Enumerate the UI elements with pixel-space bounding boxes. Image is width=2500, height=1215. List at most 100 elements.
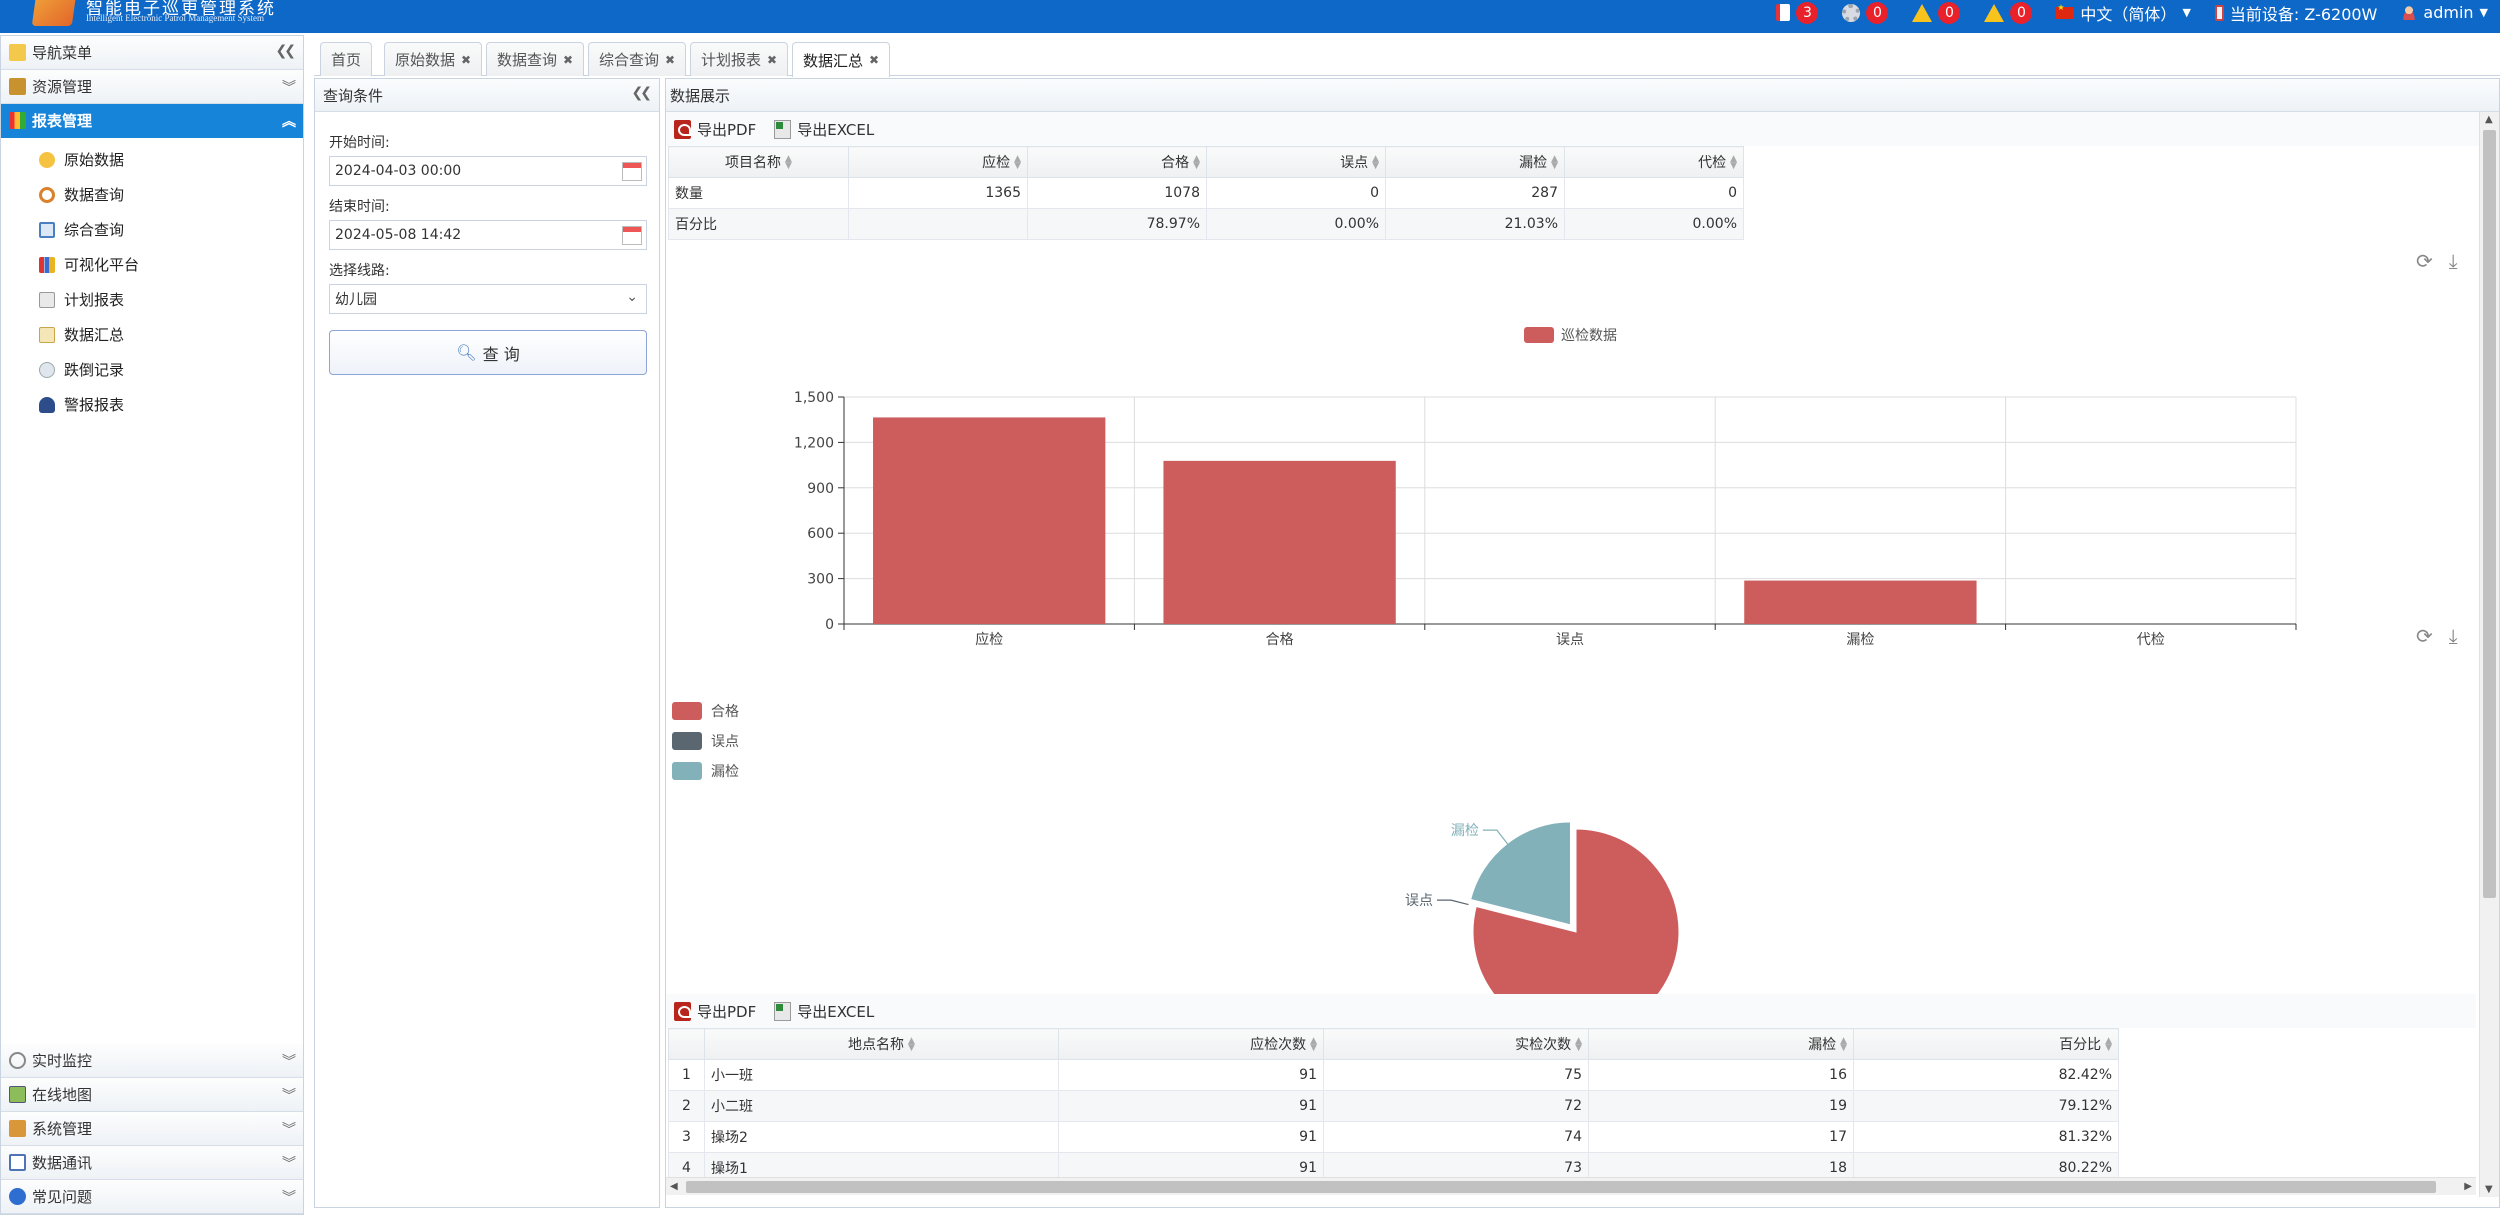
table-row[interactable]: 1 小一班 91 75 16 82.42%	[668, 1059, 2119, 1091]
scrollbar-thumb[interactable]	[2483, 130, 2496, 898]
sidebar-group-monitor[interactable]: 实时监控 ︾	[1, 1044, 303, 1078]
table-row[interactable]: 百分比 78.97% 0.00% 21.03% 0.00%	[668, 208, 1744, 240]
start-time-label: 开始时间:	[329, 135, 390, 151]
download-icon[interactable]: ⤓	[2449, 624, 2458, 648]
close-icon[interactable]: ✖	[461, 53, 471, 67]
tab-data-query[interactable]: 数据查询 ✖	[486, 42, 585, 76]
sidebar: 导航菜单 ❮❮ 资源管理 ︾ 报表管理 ︽ 原始数据 数据查询 综合查询 可视化…	[0, 35, 304, 1215]
alert-gear[interactable]: 0	[1842, 1, 1889, 24]
search-icon: 🔍︎	[456, 343, 477, 362]
table-cell: 91	[1058, 1059, 1324, 1091]
tab-combined-query[interactable]: 综合查询 ✖	[588, 42, 687, 76]
refresh-icon[interactable]: ⟳	[2416, 249, 2433, 273]
sidebar-item-combined-query[interactable]: 综合查询	[39, 212, 303, 247]
search-icon	[39, 186, 55, 203]
route-select[interactable]: 幼儿园 ⌄	[329, 284, 647, 314]
column-header[interactable]: 百分比 ▲ ▼	[1853, 1028, 2119, 1060]
tab-raw-data[interactable]: 原始数据 ✖	[384, 42, 483, 76]
row-number: 3	[668, 1121, 705, 1153]
tab-home[interactable]: 首页	[320, 42, 373, 76]
alarm-icon	[39, 396, 55, 413]
data-panel-header: 数据展示	[666, 79, 2499, 112]
sidebar-item-data-summary[interactable]: 数据汇总	[39, 317, 303, 352]
user-icon	[2401, 5, 2418, 20]
sidebar-group-resource[interactable]: 资源管理 ︾	[1, 70, 303, 104]
pie-chart-tools: ⟳ ⤓	[2416, 624, 2458, 648]
refresh-icon[interactable]: ⟳	[2416, 624, 2433, 648]
sidebar-item-data-query[interactable]: 数据查询	[39, 177, 303, 212]
vertical-scrollbar[interactable]: ▲ ▼	[2479, 112, 2499, 1197]
table-row[interactable]: 数量 1365 1078 0 287 0	[668, 177, 1744, 209]
sidebar-group-system[interactable]: 系统管理 ︾	[1, 1112, 303, 1146]
close-icon[interactable]: ✖	[563, 53, 573, 67]
table-cell: 91	[1058, 1090, 1324, 1122]
alert-warning[interactable]: 0	[1912, 1, 1961, 24]
sidebar-item-plan-report[interactable]: 计划报表	[39, 282, 303, 317]
sidebar-item-visualization[interactable]: 可视化平台	[39, 247, 303, 282]
export-pdf-button[interactable]: 导出PDF	[674, 119, 756, 140]
sidebar-item-raw-data[interactable]: 原始数据	[39, 142, 303, 177]
collapse-left-icon[interactable]: ❮❮	[276, 43, 297, 59]
system-icon	[9, 1120, 26, 1137]
column-header[interactable]: 地点名称 ▲ ▼	[704, 1028, 1059, 1060]
scroll-down-icon[interactable]: ▼	[2485, 1184, 2493, 1195]
expand-down-icon: ︾	[282, 1122, 296, 1138]
column-header[interactable]: 误点 ▲ ▼	[1206, 146, 1386, 178]
sidebar-group-faq[interactable]: 常见问题 ︾	[1, 1180, 303, 1214]
sidebar-item-fall-record[interactable]: 跌倒记录	[39, 352, 303, 387]
sidebar-group-map[interactable]: 在线地图 ︾	[1, 1078, 303, 1112]
column-header[interactable]: 项目名称 ▲ ▼	[668, 146, 849, 178]
export-excel-button[interactable]: 导出EXCEL	[774, 119, 874, 140]
scrollbar-thumb[interactable]	[686, 1181, 2436, 1193]
table-cell: 82.42%	[1853, 1059, 2119, 1091]
scroll-up-icon[interactable]: ▲	[2485, 114, 2493, 125]
table-row[interactable]: 3 操场2 91 74 17 81.32%	[668, 1121, 2119, 1153]
tab-bar: 首页 原始数据 ✖ 数据查询 ✖ 综合查询 ✖ 计划报表 ✖ 数据汇总 ✖	[314, 42, 2500, 77]
close-icon[interactable]: ✖	[869, 53, 879, 67]
column-header[interactable]: 漏检 ▲ ▼	[1588, 1028, 1854, 1060]
sidebar-group-comm[interactable]: 数据通讯 ︾	[1, 1146, 303, 1180]
header-label: 应检次数	[1250, 1037, 1307, 1053]
table-cell: 0.00%	[1564, 208, 1744, 240]
calendar-icon[interactable]	[622, 226, 642, 245]
tab-data-summary[interactable]: 数据汇总 ✖	[792, 42, 891, 77]
column-header[interactable]: 代检 ▲ ▼	[1564, 146, 1744, 178]
horizontal-scrollbar[interactable]: ◀ ▶	[666, 1177, 2476, 1195]
sort-icon: ▲ ▼	[1551, 154, 1558, 171]
route-value: 幼儿园	[335, 292, 377, 308]
scroll-left-icon[interactable]: ◀	[670, 1181, 678, 1192]
summary-table: 项目名称 ▲ ▼ 应检 ▲ ▼ 合格 ▲ ▼ 误点 ▲ ▼ 漏检 ▲ ▼ 代检 ▲ ▼ 数量 1365 …	[668, 146, 1744, 240]
calendar-icon[interactable]	[622, 162, 642, 181]
legend-swatch	[1524, 327, 1554, 343]
user-menu[interactable]: admin ▼	[2401, 3, 2488, 22]
column-header[interactable]: 实检次数 ▲ ▼	[1323, 1028, 1589, 1060]
chevron-down-icon: ▼	[2479, 6, 2488, 19]
report-chart-icon	[9, 112, 26, 129]
collapse-left-icon[interactable]: ❮❮	[632, 85, 653, 101]
bar	[1163, 460, 1396, 624]
grid-search-icon	[39, 221, 55, 238]
close-icon[interactable]: ✖	[665, 53, 675, 67]
table-row[interactable]: 2 小二班 91 72 19 79.12%	[668, 1090, 2119, 1122]
detail-table: 地点名称 ▲ ▼ 应检次数 ▲ ▼ 实检次数 ▲ ▼ 漏检 ▲ ▼ 百分比 ▲ ▼ 1 小一班 91 75…	[668, 1028, 2119, 1184]
start-time-input[interactable]: 2024-04-03 00:00	[329, 156, 647, 186]
end-time-input[interactable]: 2024-05-08 14:42	[329, 220, 647, 250]
alert-count: 0	[1938, 1, 1961, 24]
device-indicator[interactable]: 当前设备: Z-6200W	[2214, 1, 2377, 25]
column-header[interactable]: 应检 ▲ ▼	[848, 146, 1028, 178]
export-pdf-button[interactable]: 导出PDF	[674, 1001, 756, 1022]
alert-book[interactable]: 3	[1776, 1, 1819, 24]
sidebar-group-report[interactable]: 报表管理 ︽	[1, 104, 303, 138]
tab-plan-report[interactable]: 计划报表 ✖	[690, 42, 789, 76]
download-icon[interactable]: ⤓	[2449, 249, 2458, 273]
close-icon[interactable]: ✖	[767, 53, 777, 67]
scroll-right-icon[interactable]: ▶	[2464, 1181, 2472, 1192]
language-select[interactable]: 中文（简体） ▼	[2056, 1, 2191, 25]
column-header[interactable]: 漏检 ▲ ▼	[1385, 146, 1565, 178]
export-excel-button[interactable]: 导出EXCEL	[774, 1001, 874, 1022]
sidebar-item-alarm-report[interactable]: 警报报表	[39, 387, 303, 422]
alert-warning-outline[interactable]: 0	[1984, 1, 2033, 24]
query-button[interactable]: 🔍︎ 查 询	[329, 330, 647, 375]
column-header[interactable]: 应检次数 ▲ ▼	[1058, 1028, 1324, 1060]
column-header[interactable]: 合格 ▲ ▼	[1027, 146, 1207, 178]
